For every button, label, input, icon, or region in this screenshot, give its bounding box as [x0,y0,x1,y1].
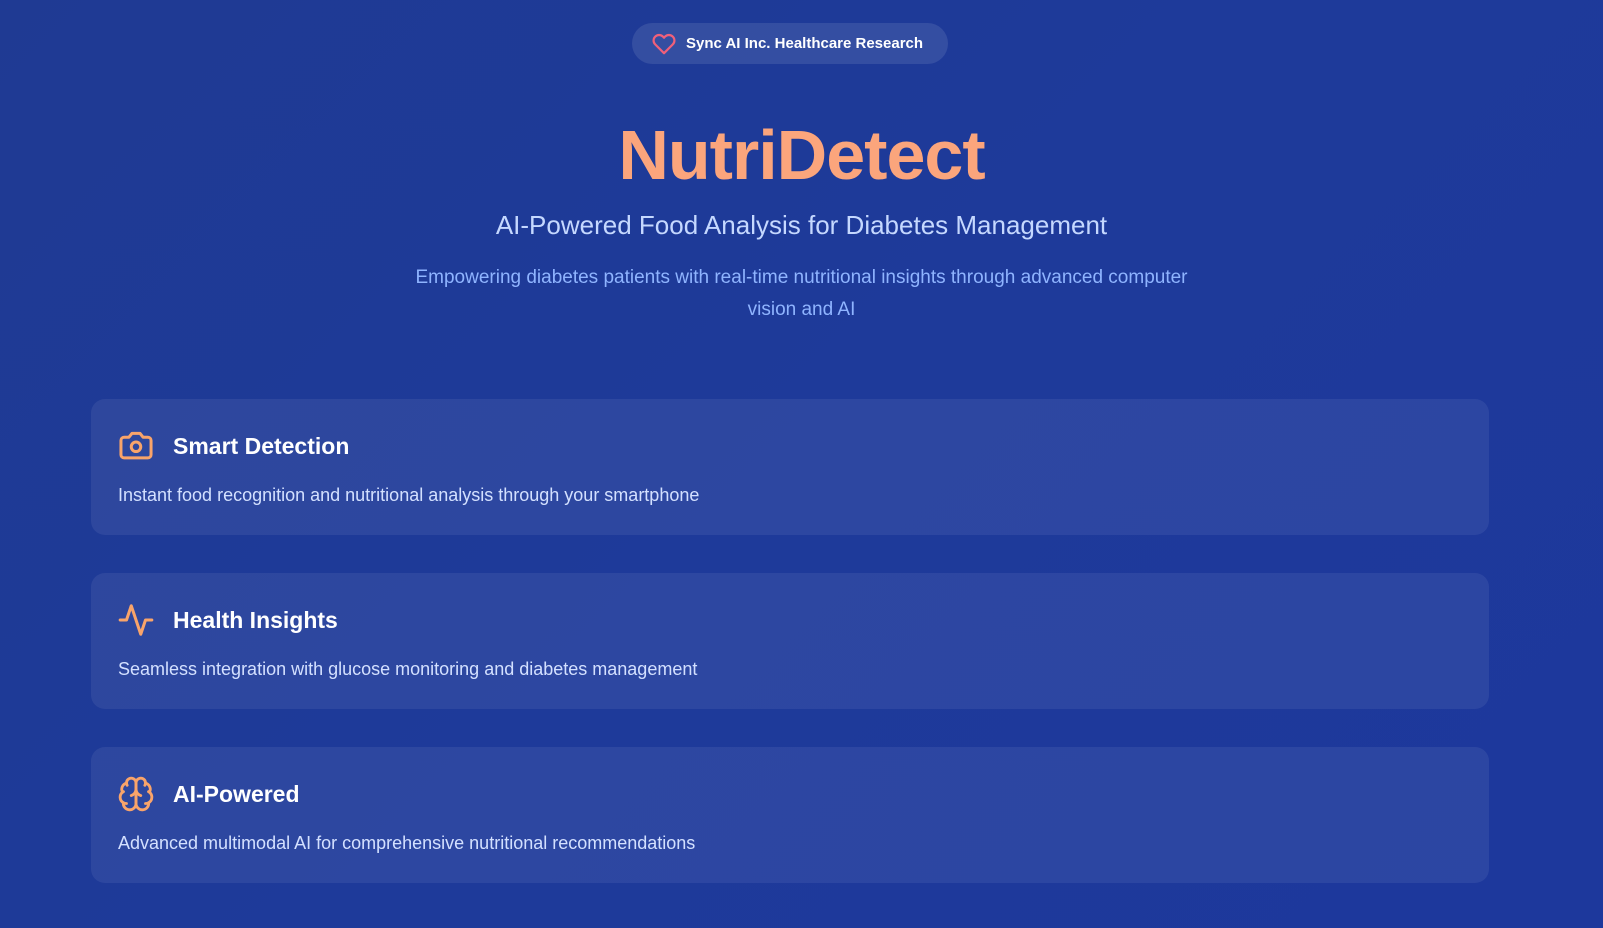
heart-icon [652,32,676,56]
page-description: Empowering diabetes patients with real-t… [415,267,1188,320]
feature-card-ai-powered: AI-Powered Advanced multimodal AI for co… [91,747,1489,883]
brain-icon [117,775,155,813]
feature-title: Smart Detection [173,433,350,459]
feature-description: Advanced multimodal AI for comprehensive… [118,833,696,853]
camera-icon [117,427,155,465]
feature-description: Instant food recognition and nutritional… [118,485,700,505]
feature-title: AI-Powered [173,781,300,807]
page-subtitle: AI-Powered Food Analysis for Diabetes Ma… [495,210,1108,240]
feature-title: Health Insights [173,607,338,633]
organization-badge: Sync AI Inc. Healthcare Research [632,23,948,64]
feature-card-health-insights: Health Insights Seamless integration wit… [91,573,1489,709]
landing-page: Sync AI Inc. Healthcare Research NutriDe… [0,0,1603,928]
page-title: NutriDetect [618,116,985,194]
organization-label: Sync AI Inc. Healthcare Research [686,35,924,52]
feature-description: Seamless integration with glucose monito… [118,659,698,679]
activity-icon [117,601,155,639]
feature-card-smart-detection: Smart Detection Instant food recognition… [91,399,1489,535]
